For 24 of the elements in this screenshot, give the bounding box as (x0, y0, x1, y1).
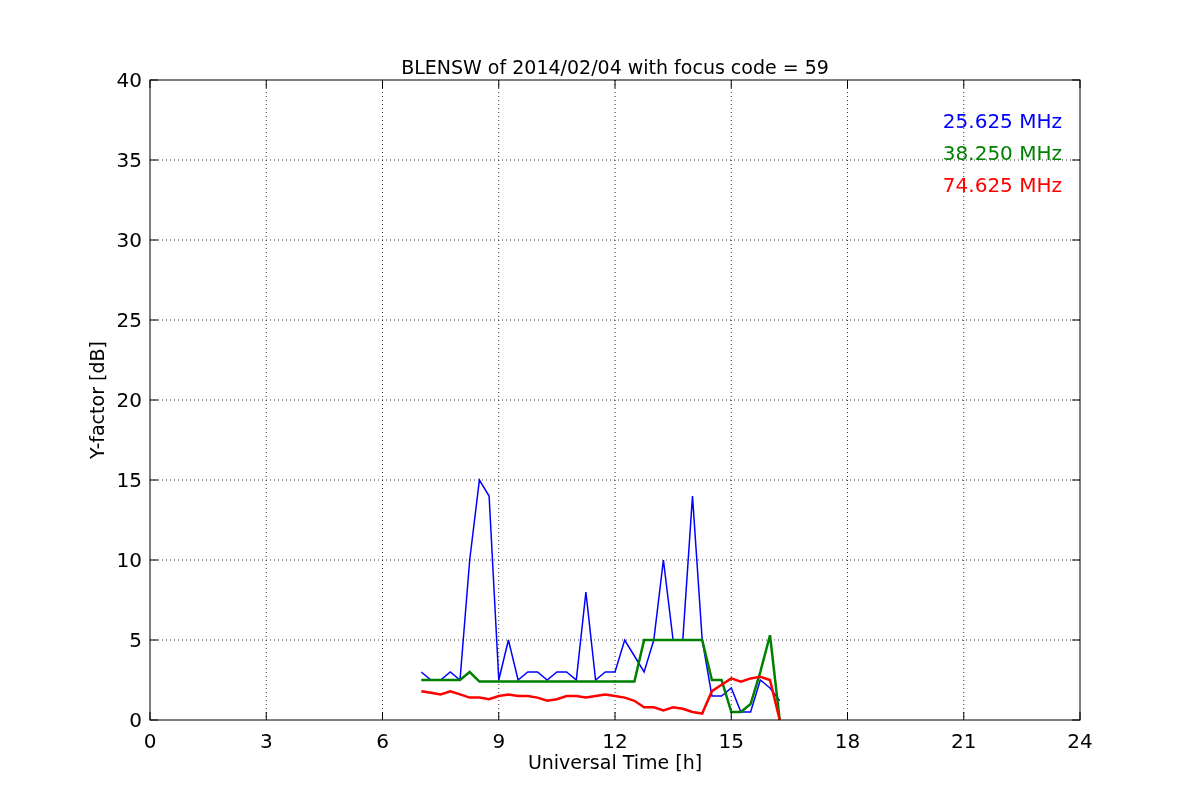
y-tick-label: 25 (116, 308, 142, 332)
x-tick-label: 12 (602, 729, 628, 753)
y-tick-label: 10 (116, 548, 142, 572)
chart-title: BLENSW of 2014/02/04 with focus code = 59 (401, 56, 829, 78)
x-tick-label: 18 (834, 729, 861, 753)
y-tick-label: 20 (116, 388, 142, 412)
legend-label: 38.250 MHz (942, 141, 1062, 165)
y-tick-label: 0 (129, 708, 142, 732)
y-tick-label: 40 (116, 68, 142, 92)
legend-label: 25.625 MHz (942, 109, 1062, 133)
x-tick-label: 0 (143, 729, 157, 753)
x-tick-label: 3 (259, 729, 273, 753)
y-tick-label: 30 (116, 228, 142, 252)
x-tick-label: 15 (718, 729, 744, 753)
x-tick-label: 6 (376, 729, 389, 753)
y-axis-label: Y-factor [dB] (86, 341, 108, 459)
legend-label: 74.625 MHz (942, 173, 1062, 197)
x-tick-label: 21 (951, 729, 977, 753)
x-tick-label: 24 (1067, 729, 1093, 753)
y-tick-label: 35 (116, 148, 142, 172)
x-axis-label: Universal Time [h] (527, 751, 703, 773)
y-tick-label: 15 (116, 468, 142, 492)
x-tick-label: 9 (492, 729, 506, 753)
y-tick-label: 5 (129, 628, 142, 652)
